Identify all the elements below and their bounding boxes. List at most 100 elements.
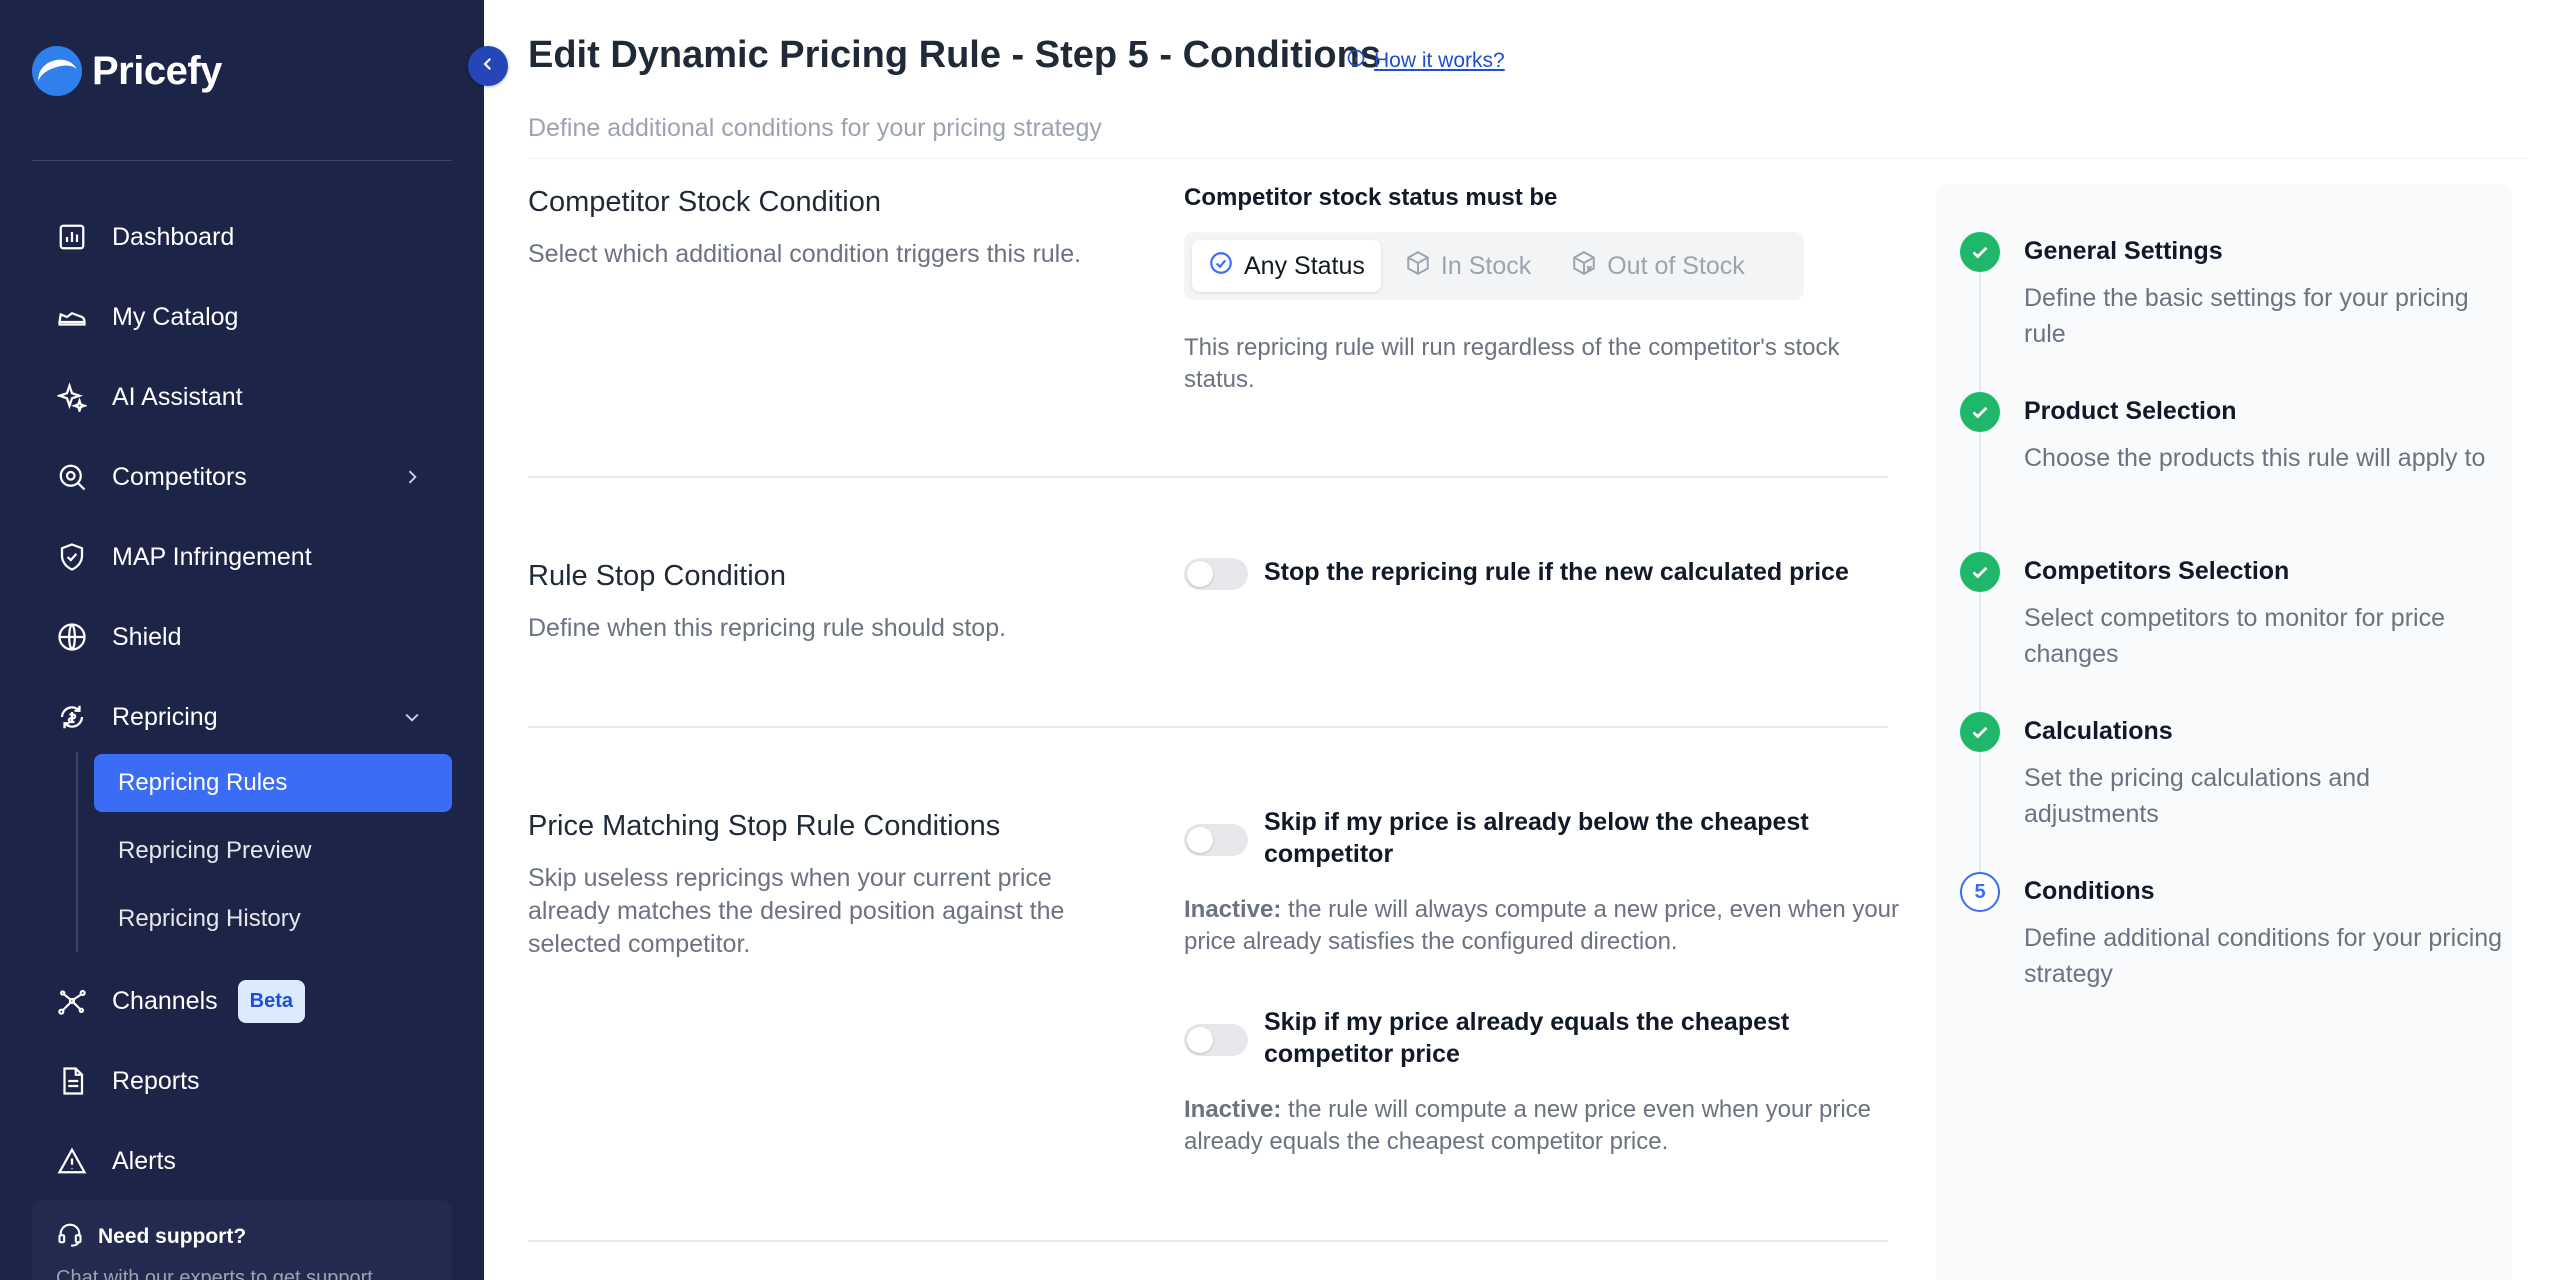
- chevron-down-icon: [398, 703, 426, 731]
- box-icon: [1405, 250, 1431, 283]
- shoe-icon: [56, 301, 88, 333]
- option-label: In Stock: [1440, 251, 1532, 280]
- stock-status-label: Competitor stock status must be: [1184, 184, 1558, 211]
- how-it-works-text[interactable]: How it works?: [1374, 49, 1505, 73]
- option-any-status[interactable]: Any Status: [1192, 240, 1381, 292]
- sidebar-item-ai-assistant[interactable]: AI Assistant: [56, 369, 426, 425]
- sidebar-item-repricing[interactable]: Repricing: [56, 689, 426, 745]
- section-divider: [528, 726, 1888, 728]
- sidebar-item-dashboard[interactable]: Dashboard: [56, 209, 426, 265]
- sidebar-item-label: Alerts: [112, 1146, 176, 1175]
- sidebar-item-alerts[interactable]: Alerts: [56, 1133, 426, 1189]
- step-3-title[interactable]: Competitors Selection: [2024, 557, 2289, 586]
- step-5-title[interactable]: Conditions: [2024, 877, 2155, 906]
- chevron-left-icon: [479, 55, 497, 78]
- warning-icon: [56, 1145, 88, 1177]
- sidebar-item-label: Shield: [112, 622, 182, 651]
- rule-stop-title: Rule Stop Condition: [528, 560, 786, 592]
- chart-icon: [56, 221, 88, 253]
- step-done-check-icon: [1960, 232, 2000, 272]
- repricing-icon: [56, 701, 88, 733]
- skip-equal-toggle-label: Skip if my price already equals the chea…: [1264, 1008, 1790, 1068]
- sidebar: Pricefy Dashboard My Catalog AI Assistan…: [0, 0, 484, 1280]
- price-matching-desc: Skip useless repricings when your curren…: [528, 864, 1065, 958]
- rule-stop-toggle[interactable]: [1184, 558, 1248, 590]
- support-subtitle: Chat with our experts to get support.: [56, 1267, 379, 1280]
- logo-icon: [32, 46, 82, 96]
- app-name: Pricefy: [92, 48, 222, 93]
- step-5-number: 5: [1960, 872, 2000, 912]
- sidebar-item-competitors[interactable]: Competitors: [56, 449, 426, 505]
- step-1-desc: Define the basic settings for your prici…: [2024, 284, 2469, 348]
- sidebar-item-label: MAP Infringement: [112, 542, 312, 571]
- step-3-desc: Select competitors to monitor for price …: [2024, 604, 2445, 668]
- sidebar-subitem-repricing-rules[interactable]: Repricing Rules: [94, 754, 452, 812]
- step-2-desc: Choose the products this rule will apply…: [2024, 444, 2486, 472]
- sidebar-item-label: Dashboard: [112, 222, 235, 251]
- step-4-title[interactable]: Calculations: [2024, 717, 2173, 746]
- document-icon: [56, 1065, 88, 1097]
- skip-equal-toggle-row: Skip if my price already equals the chea…: [1184, 1006, 1884, 1070]
- skip-equal-note-text: the rule will compute a new price even w…: [1184, 1096, 1872, 1155]
- collapse-sidebar-button[interactable]: [468, 46, 508, 86]
- step-4-desc: Set the pricing calculations and adjustm…: [2024, 764, 2371, 828]
- competitor-stock-desc: Select which additional condition trigge…: [528, 240, 1082, 268]
- step-1-title[interactable]: General Settings: [2024, 237, 2223, 266]
- option-out-of-stock[interactable]: Out of Stock: [1555, 240, 1761, 292]
- inactive-prefix: Inactive:: [1184, 1096, 1282, 1123]
- sidebar-divider: [32, 160, 452, 161]
- sidebar-subitem-repricing-preview[interactable]: Repricing Preview: [94, 822, 452, 880]
- skip-below-toggle-row: Skip if my price is already below the ch…: [1184, 806, 1884, 870]
- rule-stop-toggle-label: Stop the repricing rule if the new calcu…: [1264, 558, 1849, 586]
- rule-stop-desc: Define when this repricing rule should s…: [528, 614, 1007, 642]
- sidebar-item-map-infringement[interactable]: MAP Infringement: [56, 529, 426, 585]
- skip-below-note: Inactive: the rule will always compute a…: [1184, 894, 1904, 958]
- beta-badge: Beta: [237, 979, 305, 1023]
- stock-status-help: This repricing rule will run regardless …: [1184, 334, 1840, 393]
- check-circle-icon: [1208, 250, 1234, 283]
- sidebar-item-my-catalog[interactable]: My Catalog: [56, 289, 426, 345]
- option-label: Any Status: [1244, 251, 1365, 280]
- sidebar-item-label: Reports: [112, 1066, 200, 1095]
- box-x-icon: [1571, 250, 1597, 283]
- chevron-right-icon: [398, 463, 426, 491]
- option-label: Out of Stock: [1607, 251, 1745, 280]
- shield-check-icon: [56, 541, 88, 573]
- globe-icon: [56, 621, 88, 653]
- sparkle-icon: [56, 381, 88, 413]
- sidebar-subitem-repricing-history[interactable]: Repricing History: [94, 890, 452, 948]
- sidebar-item-channels[interactable]: Channels Beta: [56, 973, 426, 1029]
- price-matching-title: Price Matching Stop Rule Conditions: [528, 810, 1001, 842]
- section-divider: [528, 476, 1888, 478]
- sidebar-item-shield[interactable]: Shield: [56, 609, 426, 665]
- info-icon: [1346, 48, 1366, 74]
- step-done-check-icon: [1960, 712, 2000, 752]
- sidebar-item-label: Competitors: [112, 462, 247, 491]
- rule-stop-toggle-row: Stop the repricing rule if the new calcu…: [1184, 556, 1849, 590]
- sidebar-item-label: AI Assistant: [112, 382, 243, 411]
- step-5-desc: Define additional conditions for your pr…: [2024, 924, 2503, 988]
- sidebar-item-reports[interactable]: Reports: [56, 1053, 426, 1109]
- submenu-rail: [76, 752, 78, 952]
- step-done-check-icon: [1960, 392, 2000, 432]
- option-in-stock[interactable]: In Stock: [1389, 240, 1547, 292]
- skip-equal-note: Inactive: the rule will compute a new pr…: [1184, 1094, 1904, 1158]
- competitor-stock-title: Competitor Stock Condition: [528, 186, 881, 218]
- sidebar-item-label: Repricing: [112, 702, 218, 731]
- how-it-works-link[interactable]: How it works?: [1346, 48, 1505, 74]
- skip-equal-toggle[interactable]: [1184, 1024, 1248, 1056]
- inactive-prefix: Inactive:: [1184, 896, 1282, 923]
- skip-below-toggle[interactable]: [1184, 824, 1248, 856]
- page-title: Edit Dynamic Pricing Rule - Step 5 - Con…: [528, 34, 1381, 76]
- header-divider: [528, 158, 2528, 159]
- headset-icon: [56, 1220, 84, 1253]
- support-card[interactable]: Need support? Chat with our experts to g…: [32, 1200, 452, 1280]
- section-divider: [528, 1240, 1888, 1242]
- search-target-icon: [56, 461, 88, 493]
- app-logo[interactable]: Pricefy: [32, 46, 222, 96]
- step-done-check-icon: [1960, 552, 2000, 592]
- sidebar-item-label: Channels: [112, 986, 218, 1015]
- support-title: Need support?: [98, 1224, 247, 1248]
- step-2-title[interactable]: Product Selection: [2024, 397, 2237, 426]
- sidebar-item-label: My Catalog: [112, 302, 239, 331]
